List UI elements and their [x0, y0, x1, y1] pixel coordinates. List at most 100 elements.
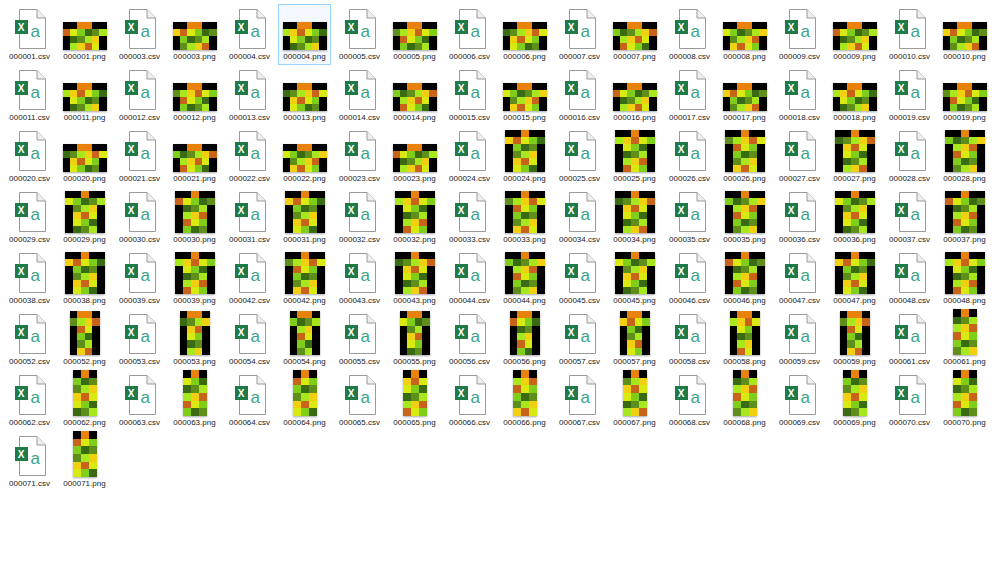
- file-item[interactable]: 000029.png: [58, 187, 111, 248]
- file-item[interactable]: 000062.png: [58, 370, 111, 431]
- file-item[interactable]: Xa000005.csv: [333, 4, 386, 65]
- file-item[interactable]: 000048.png: [938, 248, 991, 309]
- file-item[interactable]: Xa000052.csv: [3, 309, 56, 370]
- file-item[interactable]: Xa000062.csv: [3, 370, 56, 431]
- file-item[interactable]: Xa000029.csv: [3, 187, 56, 248]
- file-item[interactable]: 000056.png: [498, 309, 551, 370]
- file-item[interactable]: Xa000024.csv: [443, 126, 496, 187]
- file-item[interactable]: Xa000038.csv: [3, 248, 56, 309]
- file-item[interactable]: Xa000025.csv: [553, 126, 606, 187]
- file-item[interactable]: 000027.png: [828, 126, 881, 187]
- file-item[interactable]: 000017.png: [718, 65, 771, 126]
- file-item[interactable]: 000031.png: [278, 187, 331, 248]
- file-item[interactable]: Xa000033.csv: [443, 187, 496, 248]
- file-item[interactable]: Xa000058.csv: [663, 309, 716, 370]
- file-item[interactable]: 000006.png: [498, 4, 551, 65]
- file-item[interactable]: 000055.png: [388, 309, 441, 370]
- file-item[interactable]: 000035.png: [718, 187, 771, 248]
- file-item[interactable]: 000039.png: [168, 248, 221, 309]
- file-item[interactable]: Xa000034.csv: [553, 187, 606, 248]
- file-item[interactable]: Xa000030.csv: [113, 187, 166, 248]
- file-item[interactable]: 000036.png: [828, 187, 881, 248]
- file-item[interactable]: 000021.png: [168, 126, 221, 187]
- file-item[interactable]: Xa000048.csv: [883, 248, 936, 309]
- file-item[interactable]: 000016.png: [608, 65, 661, 126]
- file-item[interactable]: 000001.png: [58, 4, 111, 65]
- file-item[interactable]: Xa000027.csv: [773, 126, 826, 187]
- file-item[interactable]: 000023.png: [388, 126, 441, 187]
- file-item[interactable]: 000008.png: [718, 4, 771, 65]
- file-item[interactable]: 000043.png: [388, 248, 441, 309]
- file-item[interactable]: 000019.png: [938, 65, 991, 126]
- file-item[interactable]: 000026.png: [718, 126, 771, 187]
- file-item[interactable]: 000013.png: [278, 65, 331, 126]
- file-item[interactable]: 000070.png: [938, 370, 991, 431]
- file-item[interactable]: Xa000015.csv: [443, 65, 496, 126]
- file-item[interactable]: 000067.png: [608, 370, 661, 431]
- file-item[interactable]: 000044.png: [498, 248, 551, 309]
- file-item[interactable]: Xa000054.csv: [223, 309, 276, 370]
- file-item[interactable]: Xa000057.csv: [553, 309, 606, 370]
- file-item[interactable]: 000012.png: [168, 65, 221, 126]
- file-item[interactable]: 000022.png: [278, 126, 331, 187]
- file-item[interactable]: Xa000013.csv: [223, 65, 276, 126]
- file-item[interactable]: Xa000001.csv: [3, 4, 56, 65]
- file-item[interactable]: 000037.png: [938, 187, 991, 248]
- file-item[interactable]: Xa000059.csv: [773, 309, 826, 370]
- file-item[interactable]: Xa000071.csv: [3, 431, 56, 492]
- file-item[interactable]: Xa000017.csv: [663, 65, 716, 126]
- file-item[interactable]: 000007.png: [608, 4, 661, 65]
- file-item[interactable]: 000057.png: [608, 309, 661, 370]
- file-item[interactable]: 000020.png: [58, 126, 111, 187]
- file-item[interactable]: 000058.png: [718, 309, 771, 370]
- file-item[interactable]: Xa000010.csv: [883, 4, 936, 65]
- file-item[interactable]: Xa000011.csv: [3, 65, 56, 126]
- file-item[interactable]: Xa000006.csv: [443, 4, 496, 65]
- file-item[interactable]: Xa000003.csv: [113, 4, 166, 65]
- file-item[interactable]: 000059.png: [828, 309, 881, 370]
- file-item[interactable]: 000045.png: [608, 248, 661, 309]
- file-item[interactable]: 000005.png: [388, 4, 441, 65]
- file-item[interactable]: Xa000047.csv: [773, 248, 826, 309]
- file-item[interactable]: Xa000007.csv: [553, 4, 606, 65]
- file-item[interactable]: 000071.png: [58, 431, 111, 492]
- file-item[interactable]: 000033.png: [498, 187, 551, 248]
- file-item[interactable]: Xa000055.csv: [333, 309, 386, 370]
- file-item[interactable]: 000015.png: [498, 65, 551, 126]
- file-item[interactable]: Xa000022.csv: [223, 126, 276, 187]
- file-item[interactable]: 000003.png: [168, 4, 221, 65]
- file-item[interactable]: Xa000037.csv: [883, 187, 936, 248]
- file-item[interactable]: 000068.png: [718, 370, 771, 431]
- file-item[interactable]: Xa000014.csv: [333, 65, 386, 126]
- file-item[interactable]: 000061.png: [938, 309, 991, 370]
- file-item[interactable]: Xa000069.csv: [773, 370, 826, 431]
- file-item[interactable]: 000066.png: [498, 370, 551, 431]
- file-item[interactable]: Xa000023.csv: [333, 126, 386, 187]
- file-item[interactable]: Xa000064.csv: [223, 370, 276, 431]
- file-item[interactable]: Xa000035.csv: [663, 187, 716, 248]
- file-item[interactable]: Xa000039.csv: [113, 248, 166, 309]
- file-item[interactable]: Xa000008.csv: [663, 4, 716, 65]
- file-item[interactable]: 000054.png: [278, 309, 331, 370]
- file-item[interactable]: Xa000020.csv: [3, 126, 56, 187]
- file-item[interactable]: Xa000056.csv: [443, 309, 496, 370]
- file-item[interactable]: Xa000019.csv: [883, 65, 936, 126]
- file-item[interactable]: Xa000043.csv: [333, 248, 386, 309]
- file-item[interactable]: Xa000028.csv: [883, 126, 936, 187]
- file-item[interactable]: Xa000021.csv: [113, 126, 166, 187]
- file-item[interactable]: 000025.png: [608, 126, 661, 187]
- file-item[interactable]: Xa000065.csv: [333, 370, 386, 431]
- file-item[interactable]: Xa000031.csv: [223, 187, 276, 248]
- file-item[interactable]: Xa000044.csv: [443, 248, 496, 309]
- file-item[interactable]: Xa000012.csv: [113, 65, 166, 126]
- file-item[interactable]: Xa000026.csv: [663, 126, 716, 187]
- file-item[interactable]: 000038.png: [58, 248, 111, 309]
- file-item[interactable]: 000030.png: [168, 187, 221, 248]
- file-item[interactable]: 000052.png: [58, 309, 111, 370]
- file-item[interactable]: Xa000061.csv: [883, 309, 936, 370]
- file-item[interactable]: Xa000046.csv: [663, 248, 716, 309]
- file-item[interactable]: 000053.png: [168, 309, 221, 370]
- file-item[interactable]: 000028.png: [938, 126, 991, 187]
- file-item[interactable]: 000024.png: [498, 126, 551, 187]
- file-item[interactable]: Xa000066.csv: [443, 370, 496, 431]
